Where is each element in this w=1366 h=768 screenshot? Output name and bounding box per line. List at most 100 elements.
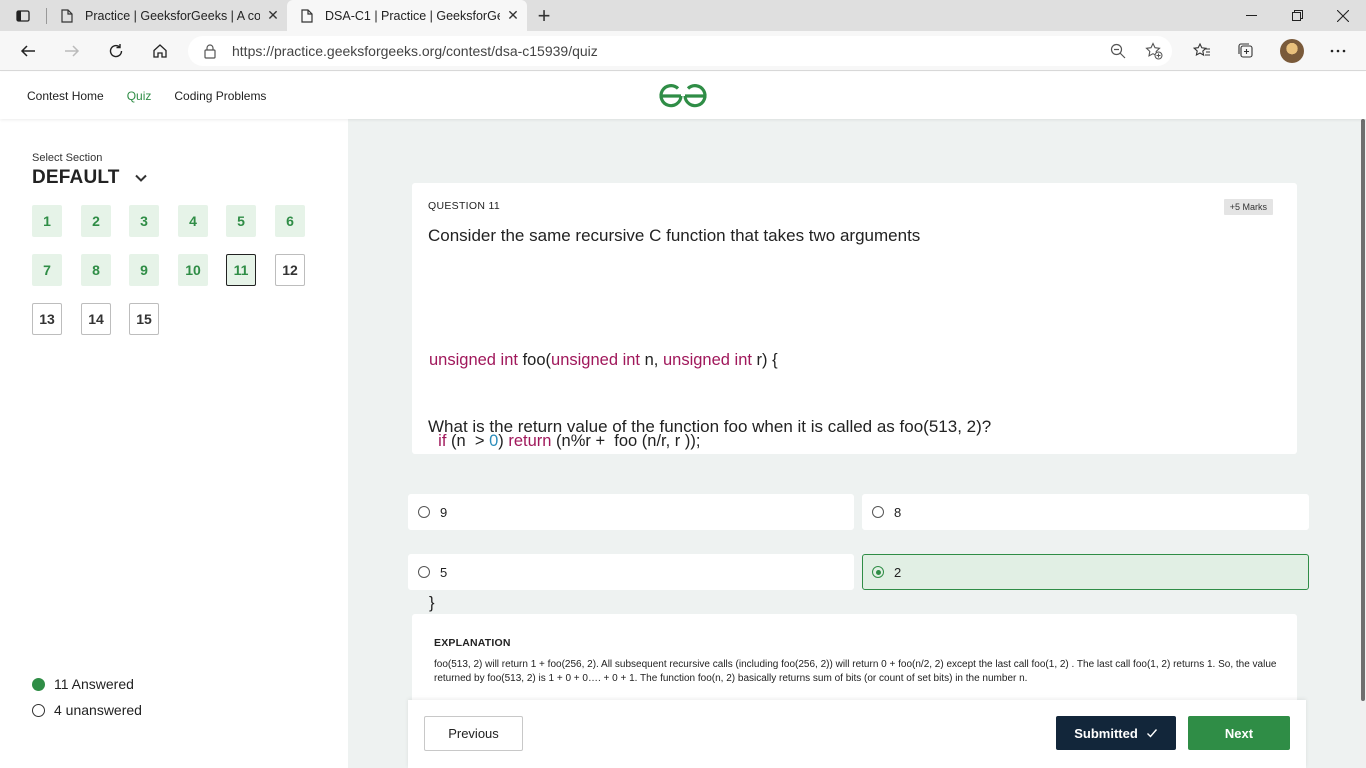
page-icon [299,8,315,24]
scrollbar-thumb[interactable] [1361,119,1365,701]
lock-icon [204,44,216,59]
forward-button[interactable] [58,37,86,65]
submitted-label: Submitted [1074,725,1138,741]
question-button-9[interactable]: 9 [129,254,159,286]
option-label: 9 [440,504,448,520]
browser-tab-bar: Practice | GeeksforGeeks | A com ✕ DSA-C… [0,0,1366,31]
favorites-button[interactable] [1188,37,1216,65]
chevron-down-icon [134,174,147,182]
favorites-icon [1193,42,1210,57]
question-button-11[interactable]: 11 [226,254,256,286]
nav-quiz[interactable]: Quiz [127,89,152,103]
unanswered-legend: 4 unanswered [32,702,142,718]
radio-icon [418,566,430,578]
tab-title: Practice | GeeksforGeeks | A com [85,8,260,23]
home-button[interactable] [146,37,174,65]
avatar [1280,39,1304,63]
page-icon [59,8,75,24]
nav-contest-home[interactable]: Contest Home [27,89,104,103]
browser-tab-contest[interactable]: DSA-C1 | Practice | GeeksforGeeks ✕ [287,0,527,31]
answered-dot-icon [32,677,45,691]
address-bar[interactable]: https://practice.geeksforgeeks.org/conte… [188,36,1172,66]
question-button-7[interactable]: 7 [32,254,62,286]
option-label: 5 [440,564,448,580]
restore-button[interactable] [1274,0,1320,31]
new-tab-button[interactable]: + [532,3,556,28]
option-9[interactable]: 9 [408,494,854,530]
unanswered-dot-icon [32,703,45,717]
option-8[interactable]: 8 [862,494,1309,530]
explanation-text: foo(513, 2) will return 1 + foo(256, 2).… [434,659,1277,684]
code-line-4: } [429,594,435,612]
url-text: https://practice.geeksforgeeks.org/conte… [232,43,598,59]
question-number: QUESTION 11 [428,200,500,212]
scrollbar[interactable] [1360,119,1366,768]
question-button-4[interactable]: 4 [178,205,208,237]
profile-button[interactable] [1278,37,1306,65]
check-icon [1146,729,1157,738]
radio-icon [872,566,884,578]
nav-coding-problems[interactable]: Coding Problems [174,89,266,103]
option-2[interactable]: 2 [862,554,1309,590]
refresh-button[interactable] [102,37,130,65]
explanation-title: EXPLANATION [434,637,511,649]
option-label: 8 [894,504,902,520]
code-line-1: unsigned int foo(unsigned int n, unsigne… [429,351,778,369]
tab-title: DSA-C1 | Practice | GeeksforGeeks [325,8,500,23]
tab-actions-icon [16,9,30,22]
contest-nav: Contest Home Quiz Coding Problems [27,72,266,119]
refresh-icon [109,44,123,58]
browser-toolbar: https://practice.geeksforgeeks.org/conte… [0,31,1366,71]
back-button[interactable] [14,37,42,65]
section-name: DEFAULT [32,167,120,188]
gfg-logo-icon[interactable] [658,82,708,110]
question-text: Consider the same recursive C function t… [428,226,921,245]
question-button-8[interactable]: 8 [81,254,111,286]
section-dropdown[interactable]: DEFAULT [32,167,148,189]
question-button-10[interactable]: 10 [178,254,208,286]
site-header: Contest Home Quiz Coding Problems [0,72,1366,119]
browser-tab-practice[interactable]: Practice | GeeksforGeeks | A com ✕ [47,0,285,31]
quiz-footer: Previous Submitted Next [408,700,1306,768]
question-button-14[interactable]: 14 [81,303,111,335]
minimize-button[interactable] [1228,0,1274,31]
option-label: 2 [894,564,902,580]
radio-icon [872,506,884,518]
question-button-3[interactable]: 3 [129,205,159,237]
minimize-icon [1245,15,1257,16]
previous-button[interactable]: Previous [424,716,523,751]
question-card: QUESTION 11 +5 Marks Consider the same r… [412,183,1297,612]
question-button-12[interactable]: 12 [275,254,305,286]
question-button-15[interactable]: 15 [129,303,159,335]
answered-count: 11 Answered [54,676,134,692]
settings-menu-button[interactable] [1324,37,1352,65]
restore-icon [1291,10,1303,21]
submitted-button[interactable]: Submitted [1056,716,1176,750]
star-add-icon [1145,42,1163,60]
zoom-out-icon [1110,43,1126,59]
collections-button[interactable] [1232,37,1260,65]
question-button-2[interactable]: 2 [81,205,111,237]
question-button-6[interactable]: 6 [275,205,305,237]
next-button[interactable]: Next [1188,716,1290,750]
arrow-left-icon [20,45,35,57]
question-button-5[interactable]: 5 [226,205,256,237]
close-window-button[interactable] [1320,0,1366,31]
question-navigator: Select Section DEFAULT 1 2 3 4 5 6 7 8 9… [0,119,348,768]
close-tab-icon[interactable]: ✕ [264,7,282,25]
zoom-button[interactable] [1109,42,1127,60]
question-prompt: What is the return value of the function… [428,417,992,436]
question-button-13[interactable]: 13 [32,303,62,335]
more-icon [1330,49,1346,53]
option-5[interactable]: 5 [408,554,854,590]
unanswered-count: 4 unanswered [54,702,142,718]
close-tab-icon[interactable]: ✕ [504,7,522,25]
answered-legend: 11 Answered [32,676,134,692]
marks-badge: +5 Marks [1223,199,1273,215]
home-icon [153,44,167,58]
select-section-label: Select Section [32,152,103,164]
question-button-1[interactable]: 1 [32,205,62,237]
explanation-card: EXPLANATION foo(513, 2) will return 1 + … [412,614,1297,704]
add-favorite-button[interactable] [1145,42,1163,60]
tab-actions-button[interactable] [0,0,46,31]
